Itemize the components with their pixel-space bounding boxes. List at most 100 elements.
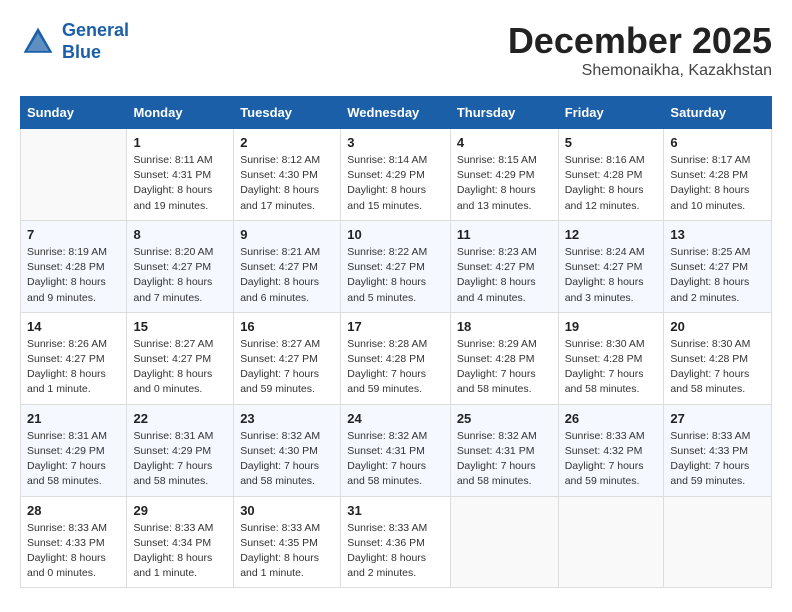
calendar-cell: 24 Sunrise: 8:32 AMSunset: 4:31 PMDaylig… (341, 404, 451, 496)
day-number: 16 (240, 319, 334, 334)
day-number: 30 (240, 503, 334, 518)
calendar-cell: 3 Sunrise: 8:14 AMSunset: 4:29 PMDayligh… (341, 129, 451, 221)
calendar-cell: 30 Sunrise: 8:33 AMSunset: 4:35 PMDaylig… (234, 496, 341, 588)
calendar-cell: 12 Sunrise: 8:24 AMSunset: 4:27 PMDaylig… (558, 220, 664, 312)
weekday-header: Monday (127, 97, 234, 129)
calendar-cell (21, 129, 127, 221)
calendar-cell: 23 Sunrise: 8:32 AMSunset: 4:30 PMDaylig… (234, 404, 341, 496)
day-info: Sunrise: 8:29 AMSunset: 4:28 PMDaylight:… (457, 337, 552, 398)
day-number: 2 (240, 135, 334, 150)
calendar-cell (450, 496, 558, 588)
logo-line2: Blue (62, 42, 101, 62)
logo: General Blue (20, 20, 129, 63)
calendar-cell: 19 Sunrise: 8:30 AMSunset: 4:28 PMDaylig… (558, 312, 664, 404)
calendar-week-row: 1 Sunrise: 8:11 AMSunset: 4:31 PMDayligh… (21, 129, 772, 221)
weekday-header: Thursday (450, 97, 558, 129)
weekday-header: Sunday (21, 97, 127, 129)
calendar-cell: 5 Sunrise: 8:16 AMSunset: 4:28 PMDayligh… (558, 129, 664, 221)
calendar-cell: 7 Sunrise: 8:19 AMSunset: 4:28 PMDayligh… (21, 220, 127, 312)
day-number: 6 (670, 135, 765, 150)
day-info: Sunrise: 8:33 AMSunset: 4:35 PMDaylight:… (240, 521, 334, 582)
logo-text: General Blue (62, 20, 129, 63)
day-number: 9 (240, 227, 334, 242)
day-info: Sunrise: 8:20 AMSunset: 4:27 PMDaylight:… (133, 245, 227, 306)
day-info: Sunrise: 8:12 AMSunset: 4:30 PMDaylight:… (240, 153, 334, 214)
logo-icon (20, 24, 56, 60)
weekday-header: Friday (558, 97, 664, 129)
day-number: 24 (347, 411, 444, 426)
day-info: Sunrise: 8:33 AMSunset: 4:33 PMDaylight:… (27, 521, 120, 582)
calendar-table: SundayMondayTuesdayWednesdayThursdayFrid… (20, 96, 772, 588)
day-number: 1 (133, 135, 227, 150)
calendar-cell: 6 Sunrise: 8:17 AMSunset: 4:28 PMDayligh… (664, 129, 772, 221)
day-number: 3 (347, 135, 444, 150)
day-number: 5 (565, 135, 658, 150)
calendar-cell: 27 Sunrise: 8:33 AMSunset: 4:33 PMDaylig… (664, 404, 772, 496)
day-info: Sunrise: 8:31 AMSunset: 4:29 PMDaylight:… (133, 429, 227, 490)
day-number: 21 (27, 411, 120, 426)
day-number: 22 (133, 411, 227, 426)
calendar-cell: 15 Sunrise: 8:27 AMSunset: 4:27 PMDaylig… (127, 312, 234, 404)
location-subtitle: Shemonaikha, Kazakhstan (508, 62, 772, 80)
calendar-cell: 2 Sunrise: 8:12 AMSunset: 4:30 PMDayligh… (234, 129, 341, 221)
calendar-cell: 14 Sunrise: 8:26 AMSunset: 4:27 PMDaylig… (21, 312, 127, 404)
calendar-cell (664, 496, 772, 588)
day-number: 4 (457, 135, 552, 150)
day-info: Sunrise: 8:33 AMSunset: 4:34 PMDaylight:… (133, 521, 227, 582)
calendar-cell: 20 Sunrise: 8:30 AMSunset: 4:28 PMDaylig… (664, 312, 772, 404)
day-info: Sunrise: 8:26 AMSunset: 4:27 PMDaylight:… (27, 337, 120, 398)
calendar-week-row: 21 Sunrise: 8:31 AMSunset: 4:29 PMDaylig… (21, 404, 772, 496)
calendar-cell: 8 Sunrise: 8:20 AMSunset: 4:27 PMDayligh… (127, 220, 234, 312)
day-number: 14 (27, 319, 120, 334)
page-header: General Blue December 2025 Shemonaikha, … (20, 20, 772, 80)
calendar-cell: 9 Sunrise: 8:21 AMSunset: 4:27 PMDayligh… (234, 220, 341, 312)
calendar-cell: 10 Sunrise: 8:22 AMSunset: 4:27 PMDaylig… (341, 220, 451, 312)
day-number: 20 (670, 319, 765, 334)
day-info: Sunrise: 8:30 AMSunset: 4:28 PMDaylight:… (670, 337, 765, 398)
logo-line1: General (62, 20, 129, 40)
day-number: 12 (565, 227, 658, 242)
day-info: Sunrise: 8:17 AMSunset: 4:28 PMDaylight:… (670, 153, 765, 214)
day-info: Sunrise: 8:25 AMSunset: 4:27 PMDaylight:… (670, 245, 765, 306)
calendar-week-row: 7 Sunrise: 8:19 AMSunset: 4:28 PMDayligh… (21, 220, 772, 312)
day-info: Sunrise: 8:30 AMSunset: 4:28 PMDaylight:… (565, 337, 658, 398)
day-info: Sunrise: 8:14 AMSunset: 4:29 PMDaylight:… (347, 153, 444, 214)
day-info: Sunrise: 8:16 AMSunset: 4:28 PMDaylight:… (565, 153, 658, 214)
day-number: 28 (27, 503, 120, 518)
day-info: Sunrise: 8:27 AMSunset: 4:27 PMDaylight:… (133, 337, 227, 398)
day-number: 19 (565, 319, 658, 334)
calendar-week-row: 28 Sunrise: 8:33 AMSunset: 4:33 PMDaylig… (21, 496, 772, 588)
day-info: Sunrise: 8:33 AMSunset: 4:32 PMDaylight:… (565, 429, 658, 490)
calendar-cell: 16 Sunrise: 8:27 AMSunset: 4:27 PMDaylig… (234, 312, 341, 404)
day-number: 13 (670, 227, 765, 242)
day-info: Sunrise: 8:24 AMSunset: 4:27 PMDaylight:… (565, 245, 658, 306)
day-info: Sunrise: 8:32 AMSunset: 4:30 PMDaylight:… (240, 429, 334, 490)
calendar-week-row: 14 Sunrise: 8:26 AMSunset: 4:27 PMDaylig… (21, 312, 772, 404)
calendar-cell (558, 496, 664, 588)
day-number: 11 (457, 227, 552, 242)
day-number: 7 (27, 227, 120, 242)
weekday-header: Wednesday (341, 97, 451, 129)
day-info: Sunrise: 8:28 AMSunset: 4:28 PMDaylight:… (347, 337, 444, 398)
day-number: 15 (133, 319, 227, 334)
calendar-cell: 21 Sunrise: 8:31 AMSunset: 4:29 PMDaylig… (21, 404, 127, 496)
calendar-cell: 17 Sunrise: 8:28 AMSunset: 4:28 PMDaylig… (341, 312, 451, 404)
day-number: 17 (347, 319, 444, 334)
day-info: Sunrise: 8:31 AMSunset: 4:29 PMDaylight:… (27, 429, 120, 490)
day-info: Sunrise: 8:33 AMSunset: 4:36 PMDaylight:… (347, 521, 444, 582)
day-number: 8 (133, 227, 227, 242)
day-info: Sunrise: 8:11 AMSunset: 4:31 PMDaylight:… (133, 153, 227, 214)
calendar-cell: 28 Sunrise: 8:33 AMSunset: 4:33 PMDaylig… (21, 496, 127, 588)
day-number: 23 (240, 411, 334, 426)
day-number: 18 (457, 319, 552, 334)
weekday-header: Saturday (664, 97, 772, 129)
day-number: 27 (670, 411, 765, 426)
calendar-cell: 11 Sunrise: 8:23 AMSunset: 4:27 PMDaylig… (450, 220, 558, 312)
calendar-cell: 31 Sunrise: 8:33 AMSunset: 4:36 PMDaylig… (341, 496, 451, 588)
title-block: December 2025 Shemonaikha, Kazakhstan (508, 20, 772, 80)
day-info: Sunrise: 8:32 AMSunset: 4:31 PMDaylight:… (347, 429, 444, 490)
weekday-header: Tuesday (234, 97, 341, 129)
calendar-cell: 22 Sunrise: 8:31 AMSunset: 4:29 PMDaylig… (127, 404, 234, 496)
calendar-cell: 1 Sunrise: 8:11 AMSunset: 4:31 PMDayligh… (127, 129, 234, 221)
day-number: 10 (347, 227, 444, 242)
